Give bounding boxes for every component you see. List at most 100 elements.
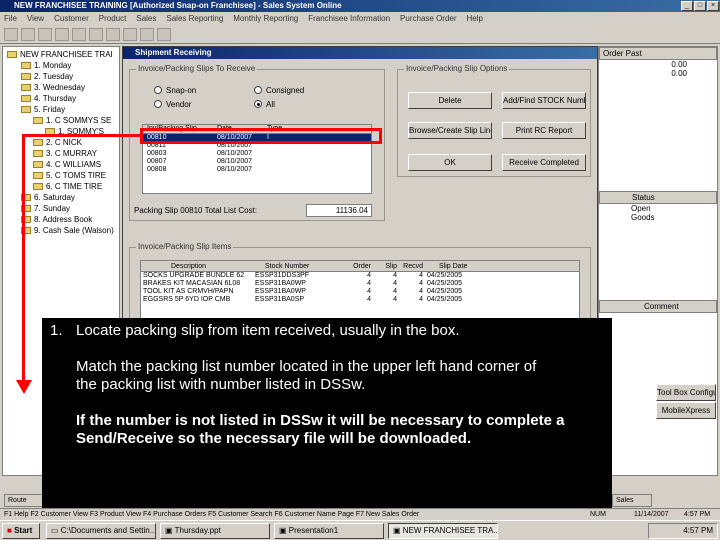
menu-sales[interactable]: Sales: [136, 12, 156, 26]
ok-button[interactable]: OK: [408, 154, 492, 171]
item-row[interactable]: SOCKS UPGRADE BUNDLE 62 ESSP31DDS3PF 4 4…: [141, 272, 579, 280]
tree-item-monday[interactable]: 1. Monday: [21, 60, 71, 71]
status-header: Status: [599, 191, 717, 204]
column-header[interactable]: Recvd: [397, 261, 423, 271]
tool-box-configurator-button[interactable]: Tool Box Configurator: [656, 384, 716, 401]
status-value: Goods: [631, 213, 655, 222]
slip-row[interactable]: 00803 08/10/2007: [143, 150, 371, 158]
radio-dot-selected: [254, 100, 262, 108]
menu-customer[interactable]: Customer: [54, 12, 89, 26]
toolbar-button[interactable]: [38, 28, 52, 41]
radio-vendor[interactable]: Vendor: [154, 100, 191, 109]
column-header[interactable]: Slip Date: [423, 261, 513, 271]
status-shortcuts: F1 Help F2 Customer View F3 Product View…: [4, 511, 420, 518]
item-stock-number: ESSP31BA0SP: [255, 296, 305, 303]
taskbar-task-thursday[interactable]: ▣ Thursday.ppt: [160, 523, 270, 539]
item-slip: 4: [393, 272, 397, 279]
toolbar-button[interactable]: [157, 28, 171, 41]
menu-franchisee-information[interactable]: Franchisee Information: [308, 12, 390, 26]
radio-all[interactable]: All: [254, 100, 275, 109]
item-row[interactable]: BRAKES KIT MACASIAN 6L08 ESSP31BA0WP 4 4…: [141, 280, 579, 288]
tab-sales[interactable]: Sales: [612, 494, 652, 507]
toolbar: [0, 26, 720, 44]
taskbar-task-franchisee[interactable]: ▣ NEW FRANCHISEE TRA...: [388, 523, 498, 539]
tree-item-cash-sale[interactable]: 9. Cash Sale (Walson): [21, 225, 114, 236]
menu-product[interactable]: Product: [99, 12, 127, 26]
tree-item-thursday[interactable]: 4. Thursday: [21, 93, 76, 104]
tree-item-customer[interactable]: 4. C WILLIAMS: [33, 159, 101, 170]
mobilexpress-button[interactable]: MobileXpress: [656, 402, 716, 419]
radio-consigned[interactable]: Consigned: [254, 86, 304, 95]
items-list[interactable]: Description Stock Number Order Slip Recv…: [140, 260, 580, 322]
browse-slip-lines-button[interactable]: Browse/Create Slip Lines: [408, 122, 492, 139]
tree-item-saturday[interactable]: 6. Saturday: [21, 192, 75, 203]
item-stock-number: ESSP31BA0WP: [255, 288, 306, 295]
menu-view[interactable]: View: [27, 12, 44, 26]
dialog-title: Shipment Receiving: [123, 47, 597, 59]
folder-icon: [33, 183, 43, 190]
minimize-button[interactable]: _: [681, 1, 693, 11]
tree-item-friday[interactable]: 5. Friday: [21, 104, 65, 115]
item-recvd: 4: [419, 296, 423, 303]
taskbar-task-explorer[interactable]: ▭ C:\Documents and Settin...: [46, 523, 156, 539]
tree-item-customer[interactable]: 6. C TIME TIRE: [33, 181, 102, 192]
toolbar-button[interactable]: [21, 28, 35, 41]
column-header[interactable]: Stock Number: [251, 261, 343, 271]
item-order: 4: [367, 296, 371, 303]
slip-row[interactable]: 00807 08/10/2007: [143, 158, 371, 166]
item-row[interactable]: TOOL KIT AS CRMVH/PAPN ESSP31BA0WP 4 4 4…: [141, 288, 579, 296]
delete-button[interactable]: Delete: [408, 92, 492, 109]
item-description: TOOL KIT AS CRMVH/PAPN: [143, 288, 234, 295]
item-row[interactable]: EGGSRS 5P 6YD IOP CMB ESSP31BA0SP 4 4 4 …: [141, 296, 579, 304]
tree-item-sunday[interactable]: 7. Sunday: [21, 203, 70, 214]
tree-item-customer[interactable]: 2. C NICK: [33, 137, 82, 148]
toolbar-button[interactable]: [106, 28, 120, 41]
tree-item-wednesday[interactable]: 3. Wednesday: [21, 82, 85, 93]
taskbar-task-presentation[interactable]: ▣ Presentation1: [274, 523, 384, 539]
status-date: 11/14/2007: [634, 511, 669, 518]
instruction-step-2: 2. Match the packing list number located …: [24, 358, 537, 393]
maximize-button[interactable]: □: [694, 1, 706, 11]
toolbar-button[interactable]: [4, 28, 18, 41]
menu-file[interactable]: File: [4, 12, 17, 26]
receive-completed-button[interactable]: Receive Completed: [502, 154, 586, 171]
tab-route-manager[interactable]: Route Manager: [4, 494, 44, 515]
tree-item-customer[interactable]: 5. C TOMS TIRE: [33, 170, 106, 181]
instruction-note: * If the number is not listed in DSSw it …: [24, 412, 565, 447]
folder-icon: [21, 73, 31, 80]
radio-snapon[interactable]: Snap-on: [154, 86, 196, 95]
add-stock-number-button[interactable]: Add/Find STOCK Number: [502, 92, 586, 109]
tree-item-tuesday[interactable]: 2. Tuesday: [21, 71, 73, 82]
menu-help[interactable]: Help: [467, 12, 483, 26]
slip-number: 00807: [147, 158, 167, 165]
tree-root[interactable]: NEW FRANCHISEE TRAI: [7, 49, 113, 60]
folder-icon: [21, 84, 31, 91]
start-button[interactable]: ■ Start: [2, 523, 40, 539]
powerpoint-icon: ▣: [165, 526, 173, 535]
column-header[interactable]: Slip: [371, 261, 397, 271]
radio-dot: [254, 86, 262, 94]
toolbar-button[interactable]: [89, 28, 103, 41]
window-title: NEW FRANCHISEE TRAINING [Authorized Snap…: [14, 1, 342, 10]
menu-sales-reporting[interactable]: Sales Reporting: [166, 12, 223, 26]
print-rc-report-button[interactable]: Print RC Report: [502, 122, 586, 139]
toolbar-button[interactable]: [123, 28, 137, 41]
tree-item-customer[interactable]: 1. C SOMMYS SE: [33, 115, 111, 126]
toolbar-button[interactable]: [72, 28, 86, 41]
slip-type: [263, 166, 363, 174]
slip-row[interactable]: 00808 08/10/2007: [143, 166, 371, 174]
slips-group-label: Invoice/Packing Slips To Receive: [136, 64, 258, 73]
folder-icon: [7, 51, 17, 58]
tree-item-customer[interactable]: 3. C MURRAY: [33, 148, 97, 159]
item-stock-number: ESSP31DDS3PF: [255, 272, 310, 279]
column-header[interactable]: Order: [343, 261, 371, 271]
slip-number: 00808: [147, 166, 167, 173]
menu-monthly-reporting[interactable]: Monthly Reporting: [233, 12, 298, 26]
toolbar-button[interactable]: [55, 28, 69, 41]
toolbar-button[interactable]: [140, 28, 154, 41]
menu-purchase-order[interactable]: Purchase Order: [400, 12, 456, 26]
tree-item-address-book[interactable]: 8. Address Book: [21, 214, 92, 225]
instruction-step-1: 1. Locate packing slip from item received…: [50, 322, 460, 339]
column-header[interactable]: Description: [141, 261, 251, 271]
close-button[interactable]: ×: [707, 1, 719, 11]
